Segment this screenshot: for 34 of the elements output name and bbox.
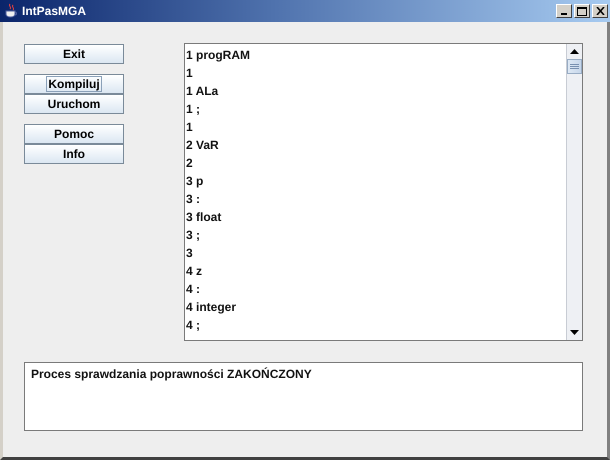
window-title: IntPasMGA — [22, 4, 88, 18]
action-button[interactable]: Info — [24, 144, 124, 164]
scroll-thumb[interactable] — [567, 59, 582, 74]
action-button[interactable]: Pomoc — [24, 124, 124, 144]
list-line: 4 integer — [186, 299, 236, 316]
coffee-cup-icon — [4, 3, 18, 19]
list-line: 1 — [186, 65, 193, 82]
list-line: 4 z — [186, 263, 202, 280]
list-line: 3 — [186, 245, 193, 262]
action-button[interactable]: Exit — [24, 44, 124, 64]
message-text: Proces sprawdzania poprawności ZAKOŃCZONY — [24, 362, 583, 431]
list-line: 3 p — [186, 173, 204, 190]
list-line: 3 float — [186, 209, 222, 226]
grip-icon — [570, 64, 579, 70]
list-line: 2 VaR — [186, 137, 219, 154]
list-line: 1 progRAM — [186, 47, 250, 64]
up-arrow-icon — [570, 49, 579, 54]
action-button[interactable]: Uruchom — [24, 94, 124, 114]
list-line: 1 — [186, 119, 193, 136]
close-button[interactable] — [592, 4, 608, 18]
list-line: 1 ALa — [186, 83, 218, 100]
maximize-icon — [577, 6, 587, 16]
down-arrow-icon — [570, 330, 579, 335]
list-line: 4 : — [186, 281, 200, 298]
action-button[interactable]: Kompiluj — [24, 74, 124, 94]
minimize-button[interactable] — [556, 4, 572, 18]
list-line: 3 : — [186, 191, 200, 208]
scrollbar[interactable] — [566, 44, 582, 340]
list-line: 3 ; — [186, 227, 200, 244]
list-line: 2 — [186, 155, 193, 172]
list-line: 1 ; — [186, 101, 200, 118]
close-icon — [596, 7, 604, 15]
list-line: 4 ; — [186, 317, 200, 334]
maximize-button[interactable] — [574, 4, 590, 18]
